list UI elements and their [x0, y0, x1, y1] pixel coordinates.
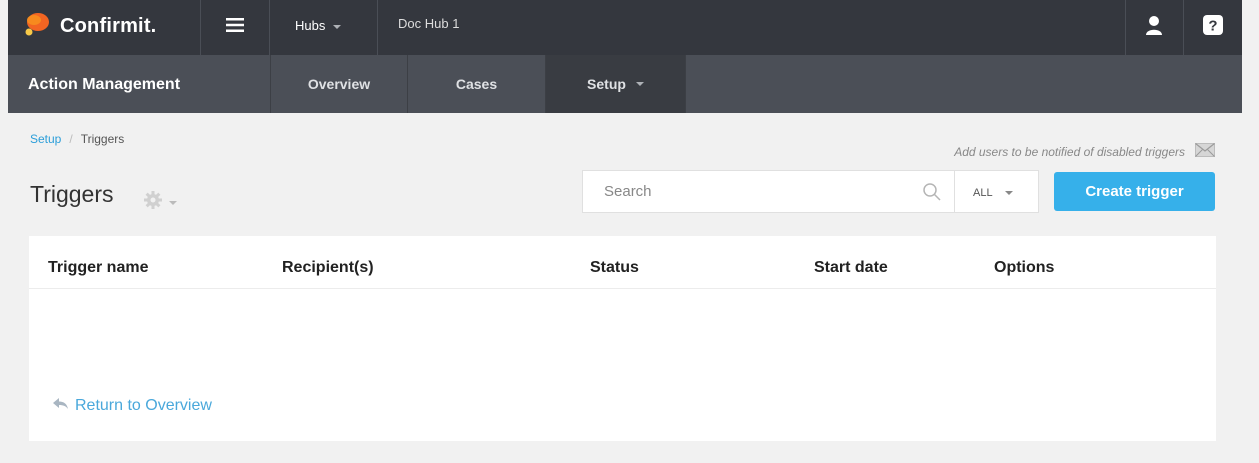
search-icon[interactable]	[922, 182, 942, 207]
notify-text: Add users to be notified of disabled tri…	[954, 144, 1185, 159]
return-to-overview-link[interactable]: Return to Overview	[53, 397, 212, 415]
top-bar	[8, 0, 1242, 55]
chevron-down-icon	[333, 24, 342, 29]
page-title: Triggers	[30, 181, 114, 207]
mail-icon	[1195, 143, 1215, 160]
tab-overview[interactable]: Overview	[271, 55, 408, 113]
return-link-label: Return to Overview	[75, 397, 212, 414]
column-header-trigger-name[interactable]: Trigger name	[48, 259, 148, 277]
user-icon	[1145, 15, 1163, 40]
triggers-table: Trigger name Recipient(s) Status Start d…	[29, 236, 1216, 441]
tab-setup[interactable]: Setup	[546, 55, 686, 113]
column-header-status[interactable]: Status	[590, 259, 639, 277]
user-menu-button[interactable]	[1125, 0, 1182, 55]
filter-dropdown[interactable]: ALL	[954, 170, 1039, 213]
breadcrumb-setup-link[interactable]: Setup	[30, 132, 61, 146]
tab-cases[interactable]: Cases	[408, 55, 546, 113]
breadcrumb: Setup / Triggers	[30, 132, 124, 146]
window-edge	[1242, 0, 1259, 463]
brand-logo[interactable]: Confirmit.	[22, 10, 156, 42]
tab-label: Setup	[587, 76, 626, 92]
filter-value: ALL	[973, 187, 993, 199]
help-icon: ?	[1203, 15, 1223, 40]
tab-label: Cases	[455, 76, 498, 92]
settings-dropdown[interactable]	[143, 190, 177, 215]
chevron-down-icon	[169, 200, 177, 205]
help-button[interactable]: ?	[1183, 0, 1242, 55]
notify-users-link[interactable]: Add users to be notified of disabled tri…	[954, 143, 1215, 160]
hubs-label: Hubs	[295, 18, 326, 33]
tab-label: Overview	[307, 76, 371, 92]
search-container	[582, 170, 954, 213]
module-title[interactable]: Action Management	[8, 55, 271, 113]
create-trigger-button[interactable]: Create trigger	[1054, 172, 1215, 211]
hamburger-icon	[226, 18, 244, 37]
breadcrumb-current: Triggers	[80, 132, 125, 146]
column-header-options[interactable]: Options	[994, 259, 1054, 277]
svg-text:?: ?	[1208, 18, 1217, 35]
column-header-start-date[interactable]: Start date	[814, 259, 888, 277]
table-header: Trigger name Recipient(s) Status Start d…	[29, 236, 1216, 289]
current-hub-name[interactable]: Doc Hub 1	[398, 16, 459, 31]
return-arrow-icon	[53, 397, 75, 415]
gear-icon	[143, 190, 163, 215]
brand-name: Confirmit.	[60, 14, 157, 37]
chevron-down-icon	[1004, 191, 1013, 196]
column-header-recipients[interactable]: Recipient(s)	[282, 259, 374, 277]
chevron-down-icon	[635, 82, 644, 86]
hamburger-menu-button[interactable]	[200, 0, 270, 55]
search-input[interactable]	[583, 171, 903, 212]
breadcrumb-separator: /	[69, 132, 73, 146]
hubs-dropdown[interactable]: Hubs	[271, 0, 378, 55]
confirmit-logo-icon	[22, 11, 50, 42]
